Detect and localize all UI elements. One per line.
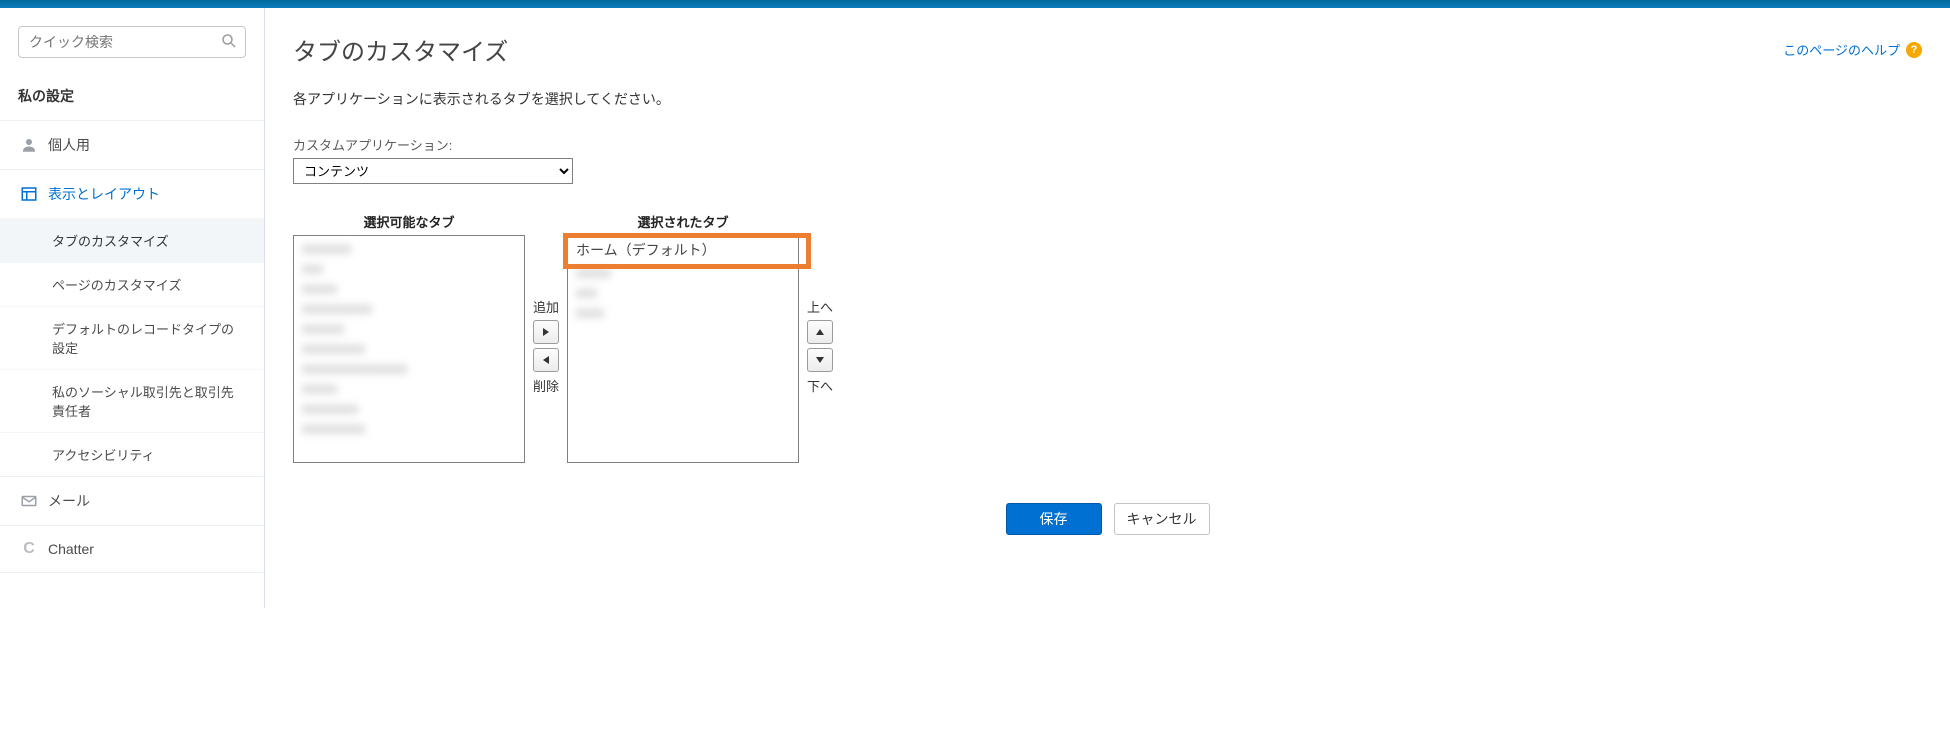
search-icon (220, 32, 238, 50)
subnav-customize-tabs[interactable]: タブのカスタマイズ (0, 218, 264, 262)
list-item[interactable]: xxx (570, 282, 796, 302)
add-button[interactable] (533, 320, 559, 344)
add-remove-controls: 追加 削除 (533, 232, 559, 460)
reorder-controls: 上へ 下へ (807, 232, 833, 460)
move-down-button[interactable] (807, 348, 833, 372)
list-item[interactable]: xxxxx (296, 378, 522, 398)
subnav-accessibility[interactable]: アクセシビリティ (0, 432, 264, 476)
mail-icon (18, 492, 40, 510)
subnav-customize-pages[interactable]: ページのカスタマイズ (0, 262, 264, 306)
quick-find-search[interactable] (18, 26, 246, 58)
selected-tabs-header: 選択されたタブ (638, 212, 729, 231)
sidebar-item-label: 表示とレイアウト (48, 184, 160, 204)
selected-first-item[interactable]: ホーム（デフォルト） (570, 238, 796, 262)
quick-find-input[interactable] (18, 26, 246, 58)
list-item[interactable]: xxx (296, 258, 522, 278)
sidebar-item-label: Chatter (48, 541, 94, 557)
custom-app-label: カスタムアプリケーション: (293, 135, 1922, 154)
sidebar-item-personal[interactable]: 個人用 (0, 120, 264, 169)
available-tabs-listbox[interactable]: xxxxxxx xxx xxxxx xxxxxxxxxx xxxxxx xxxx… (293, 235, 525, 463)
main-content: タブのカスタマイズ このページのヘルプ ? 各アプリケーションに表示されるタブを… (265, 8, 1950, 608)
add-label: 追加 (533, 297, 559, 316)
list-item[interactable]: xxxxxxxxxxxxxxx (296, 358, 522, 378)
up-label: 上へ (807, 297, 833, 316)
list-item[interactable]: xxxxxxxxxx (296, 298, 522, 318)
available-tabs-header: 選択可能なタブ (363, 212, 454, 231)
cancel-button[interactable]: キャンセル (1114, 503, 1210, 535)
app-topbar (0, 0, 1950, 8)
list-item[interactable]: xxxxx (570, 262, 796, 282)
sidebar-item-display-layout[interactable]: 表示とレイアウト (0, 169, 264, 218)
list-item[interactable]: xxxxxxxxx (296, 338, 522, 358)
list-item[interactable]: xxxxxx (296, 318, 522, 338)
help-link[interactable]: このページのヘルプ ? (1783, 40, 1922, 59)
layout-icon (18, 185, 40, 203)
list-item[interactable]: xxxxxxx (296, 238, 522, 258)
remove-button[interactable] (533, 348, 559, 372)
move-up-button[interactable] (807, 320, 833, 344)
person-icon (18, 136, 40, 154)
footer-buttons: 保存 キャンセル (293, 503, 1922, 535)
list-item[interactable]: xxxxx (296, 278, 522, 298)
save-button[interactable]: 保存 (1006, 503, 1102, 535)
down-label: 下へ (807, 376, 833, 395)
custom-app-select[interactable]: コンテンツ (293, 158, 573, 184)
sidebar-item-label: 個人用 (48, 135, 90, 155)
dual-listbox: 選択可能なタブ xxxxxxx xxx xxxxx xxxxxxxxxx xxx… (293, 212, 1922, 463)
sidebar-item-email[interactable]: メール (0, 476, 264, 525)
page-description: 各アプリケーションに表示されるタブを選択してください。 (293, 89, 1922, 109)
subnav-social-accounts[interactable]: 私のソーシャル取引先と取引先責任者 (0, 369, 264, 432)
sidebar-item-label: メール (48, 491, 90, 511)
sidebar-item-chatter[interactable]: C Chatter (0, 525, 264, 573)
page-title: タブのカスタマイズ (293, 32, 508, 67)
list-item[interactable]: xxxxxxxxx (296, 418, 522, 438)
chatter-icon: C (18, 540, 40, 558)
help-link-label: このページのヘルプ (1783, 40, 1900, 59)
remove-label: 削除 (533, 376, 559, 395)
help-icon: ? (1906, 42, 1922, 58)
list-item[interactable]: xxxxxxxx (296, 398, 522, 418)
my-settings-heading: 私の設定 (0, 72, 264, 120)
sidebar: 私の設定 個人用 表示とレイアウト タブのカスタマイズ ページのカスタマイズ デ… (0, 8, 265, 608)
selected-tabs-listbox[interactable]: ホーム（デフォルト） xxxxx xxx xxxx (567, 235, 799, 463)
subnav-default-record-type[interactable]: デフォルトのレコードタイプの設定 (0, 306, 264, 369)
list-item[interactable]: xxxx (570, 302, 796, 322)
